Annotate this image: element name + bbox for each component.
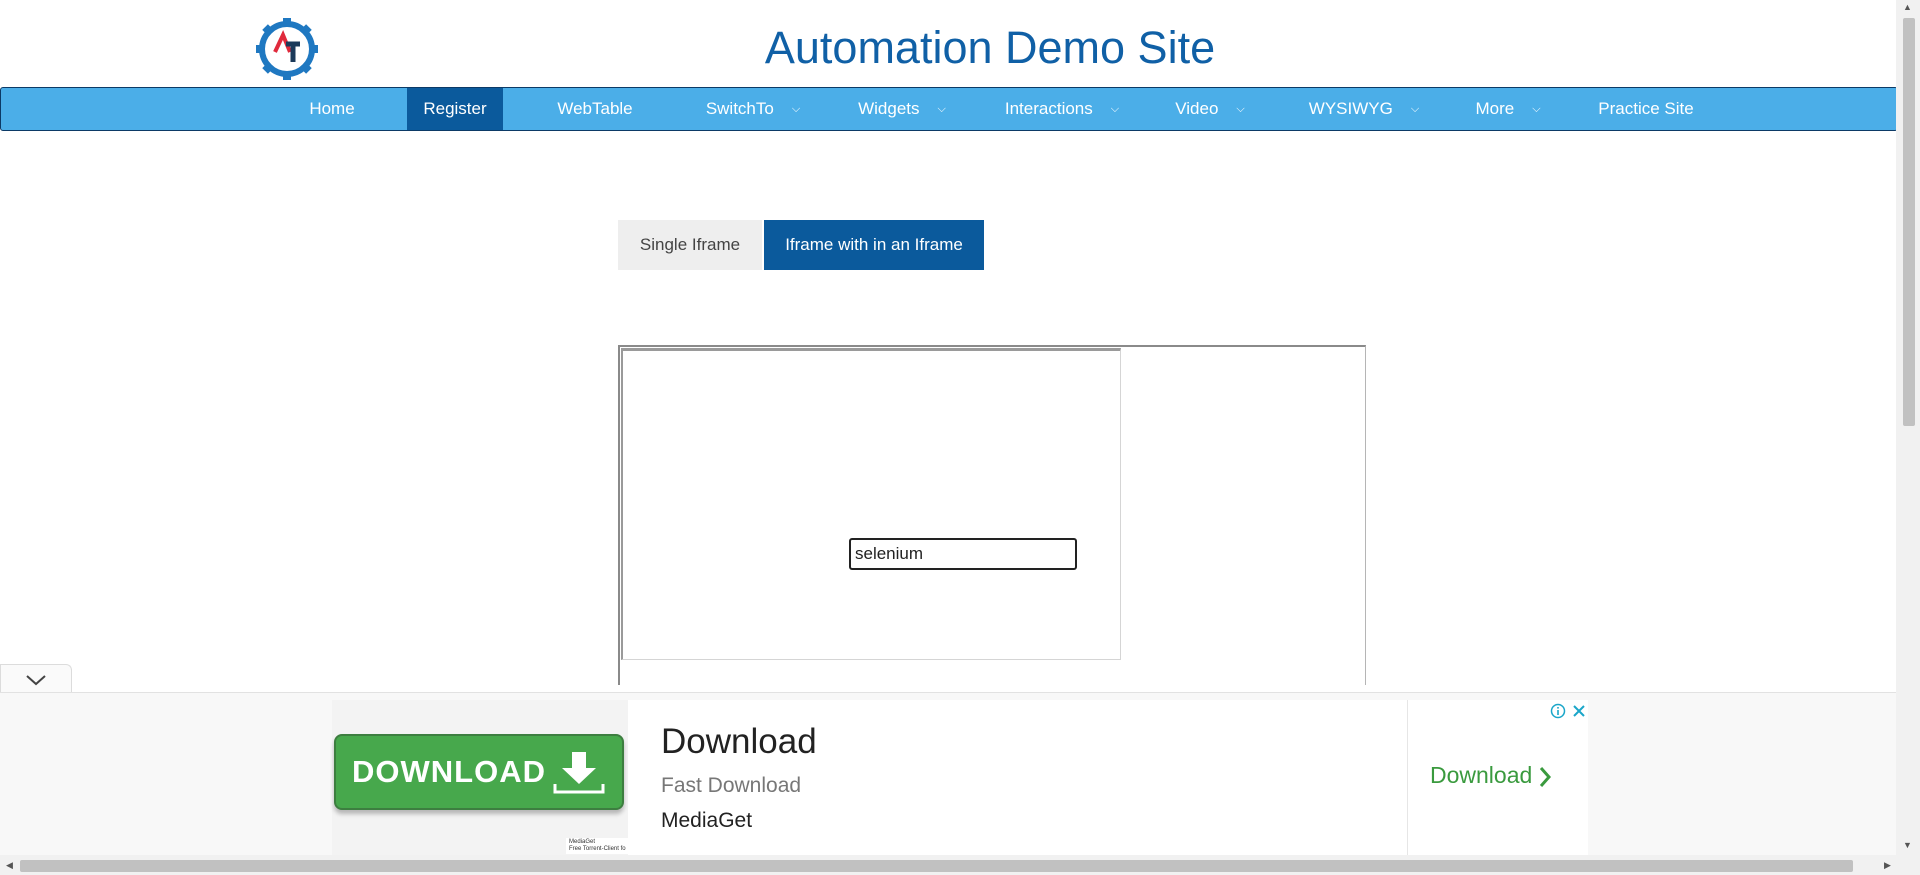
nav-wysiwyg[interactable]: WYSIWYG ⌵: [1297, 88, 1431, 130]
horizontal-scrollbar-thumb[interactable]: [20, 860, 1853, 872]
nav-label: Practice Site: [1598, 99, 1694, 118]
nav-label: Home: [309, 99, 355, 118]
nav-practice-site[interactable]: Practice Site: [1591, 88, 1701, 130]
chevron-down-icon: ⌵: [791, 103, 801, 115]
ad-button-text: DOWNLOAD: [352, 754, 546, 789]
scroll-right-arrow-icon[interactable]: ▶: [1884, 860, 1891, 871]
nav-label: Register: [423, 99, 487, 118]
ad-cta-link[interactable]: Download: [1430, 762, 1552, 789]
download-arrow-icon: [553, 752, 605, 794]
nav-label: Widgets: [858, 99, 920, 118]
scroll-down-arrow-icon[interactable]: ▼: [1903, 840, 1912, 850]
ad-download-image-button[interactable]: DOWNLOAD: [334, 734, 624, 810]
chevron-down-icon: ⌵: [1410, 103, 1420, 115]
nav-label: More: [1475, 99, 1515, 118]
tab-single-iframe[interactable]: Single Iframe: [618, 220, 762, 270]
ad-collapse-button[interactable]: [0, 664, 72, 692]
nav-label: WebTable: [557, 99, 633, 118]
tab-iframe-within-iframe[interactable]: Iframe with in an Iframe: [764, 220, 984, 270]
nav-label: SwitchTo: [705, 99, 774, 118]
chevron-down-icon: ⌵: [1110, 103, 1120, 115]
nav-widgets[interactable]: Widgets ⌵: [847, 88, 957, 130]
chevron-right-icon: [1540, 766, 1552, 787]
chevron-down-icon: ⌵: [1532, 103, 1541, 115]
ad-info-icon[interactable]: [1550, 703, 1566, 719]
ad-fine-print: MediaGet Free Torrent-Client fo: [566, 838, 629, 854]
inner-iframe: [621, 348, 1121, 660]
ad-fine-print-line: MediaGet: [569, 839, 596, 845]
ad-fine-print-line: Free Torrent-Client fo: [569, 846, 626, 852]
site-title: Automation Demo Site: [764, 22, 1216, 73]
chevron-down-icon: ⌵: [937, 103, 946, 115]
nav-home[interactable]: Home: [292, 88, 372, 130]
nav-webtable[interactable]: WebTable: [541, 88, 649, 130]
ad-headline[interactable]: Download: [661, 722, 817, 762]
nav-more[interactable]: More ⌵: [1466, 88, 1550, 130]
scroll-up-arrow-icon[interactable]: ▲: [1903, 2, 1912, 12]
nav-register[interactable]: Register: [407, 88, 503, 130]
nav-switchto[interactable]: SwitchTo ⌵: [693, 88, 813, 130]
iframe-text-input[interactable]: [849, 538, 1077, 570]
scroll-left-arrow-icon[interactable]: ◀: [6, 860, 13, 871]
ad-cta-label: Download: [1430, 762, 1533, 788]
ad-brand: MediaGet: [661, 809, 753, 832]
chevron-down-icon: [26, 675, 46, 686]
ad-subtitle: Fast Download: [661, 774, 802, 797]
nav-label: Interactions: [1004, 99, 1093, 118]
nav-interactions[interactable]: Interactions ⌵: [994, 88, 1130, 130]
vertical-scrollbar-thumb[interactable]: [1903, 18, 1915, 426]
nav-video[interactable]: Video ⌵: [1167, 88, 1253, 130]
ad-close-icon[interactable]: [1571, 703, 1587, 719]
main-navbar: Home Register WebTable SwitchTo ⌵ Widgets…: [0, 87, 1898, 131]
chevron-down-icon: ⌵: [1236, 103, 1245, 115]
nav-label: Video: [1175, 99, 1219, 118]
nav-label: WYSIWYG: [1308, 99, 1393, 118]
ad-divider: [1407, 700, 1408, 855]
